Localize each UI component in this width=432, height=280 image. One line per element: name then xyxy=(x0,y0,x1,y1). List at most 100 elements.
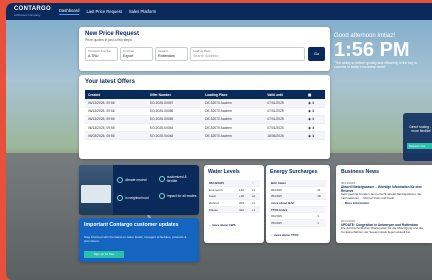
cell xyxy=(316,199,326,207)
table-row[interactable]: Emmerich 142 +3 xyxy=(208,186,260,194)
feature-label: in neighborhood xyxy=(125,196,149,200)
table-row[interactable]: Kaub +96 +2 xyxy=(208,193,260,201)
col-created[interactable]: Created xyxy=(85,90,147,99)
water-levels-card: Water Levels 06/13/2025 ◔ Emmerich 142 +3 K… xyxy=(204,165,264,243)
table-row[interactable]: 06/13/2025, 09:56 SO-2025-00056 DE-52070 A… xyxy=(85,107,325,116)
table-row[interactable]: more about BAF xyxy=(270,199,326,207)
cell: DE-52070 Aachen xyxy=(202,123,265,133)
features-banner: climate neutral customized & flexible in… xyxy=(79,165,199,215)
cell: 1 xyxy=(316,219,326,227)
leaf-icon xyxy=(117,177,123,183)
request-now-button[interactable]: Request now xyxy=(407,143,432,149)
offers-table: Created Offer Number Loading Place Valid… xyxy=(85,90,325,141)
clock-time: 1:56 PM xyxy=(334,39,410,61)
table-row[interactable]: 06/03/2025, 09:56 SO-2025-00048 DE-52070 A… xyxy=(85,131,325,141)
cell: 18 xyxy=(316,193,326,201)
latest-offers-card: Your latest Offers Created Offer Number … xyxy=(79,75,330,159)
sign-up-button[interactable]: Sign up for free xyxy=(84,251,124,258)
nav-dashboard[interactable]: Dashboard xyxy=(58,8,80,15)
news-title: Business News xyxy=(341,169,380,175)
cell: DE-52070 Aachen xyxy=(202,131,265,141)
logo[interactable]: CONTARGO a Rhenus Company xyxy=(14,6,51,18)
cell: +3 xyxy=(250,199,260,207)
logo-text: CONTARGO xyxy=(14,5,51,12)
offers-title: Your latest Offers xyxy=(85,79,135,85)
cell: 21 xyxy=(316,186,326,194)
more-about-lws-link[interactable]: → more about LWS xyxy=(208,223,236,227)
energy-title: Energy Surcharges xyxy=(270,169,318,175)
link-label: more about LWS xyxy=(211,223,236,227)
cell xyxy=(316,206,326,214)
cell: Kaub xyxy=(208,193,238,201)
cell: Ruhrort xyxy=(208,199,238,207)
price-request-card: New Price Request Price quotes in just a… xyxy=(79,27,330,71)
more-information-link[interactable]: → More information xyxy=(341,201,429,205)
col-valid-until[interactable]: Valid until xyxy=(264,90,305,99)
more-about-ttfe-link[interactable]: → more about TTFE xyxy=(270,233,299,237)
col-offer-number[interactable]: Offer Number xyxy=(146,90,203,99)
cell: 204 xyxy=(237,199,251,207)
terminal-select[interactable]: Terminal Export xyxy=(120,47,153,61)
cell: Emmerich xyxy=(208,186,238,194)
cell: SO-2025-00055 xyxy=(146,115,203,125)
table-row[interactable]: 06/13/2025, 09:56 SO-2025-00057 DE-52070 A… xyxy=(85,99,325,108)
cell: Maxau xyxy=(208,206,238,214)
more-about-baf-link[interactable]: more about BAF xyxy=(270,199,317,207)
go-button[interactable]: Go xyxy=(308,47,325,61)
cell: 06/2025 xyxy=(270,212,317,221)
nav-last-price-request[interactable]: Last Price Request xyxy=(86,9,121,14)
news-item[interactable]: 06/13/2025 Aktuell Niedrigwasser – Wicht… xyxy=(341,179,429,205)
view-download-icons[interactable]: ◉ ⬇ xyxy=(304,115,325,125)
leaf-icon xyxy=(159,193,165,199)
cell: 18/06/2025 xyxy=(264,131,305,141)
news-item[interactable]: 06/12/2025 UPDATE: Congestion in Antwerp… xyxy=(341,217,429,235)
field-label: Loading Place xyxy=(193,49,211,53)
transport-direction-select[interactable]: Transport direction A TRU xyxy=(85,47,118,61)
view-download-icons[interactable]: ◉ ⬇ xyxy=(304,107,325,116)
quote-text: "The ability to deliver quickly and effi… xyxy=(334,61,418,70)
table-row[interactable]: 06/13/2025, 09:55 SO-2025-00054 DE-52070 A… xyxy=(85,123,325,133)
view-download-icons[interactable]: ◉ ⬇ xyxy=(304,99,325,108)
offers-header-row: Created Offer Number Loading Place Valid… xyxy=(85,90,325,99)
feature-climate-neutral: climate neutral xyxy=(117,177,146,183)
col-loading-place[interactable]: Loading Place xyxy=(202,90,265,99)
seaport-select[interactable]: Seaport Rotterdam xyxy=(155,47,188,61)
promo-panel: Direct routing - more flexible! Request … xyxy=(403,113,432,161)
cell: 05/2025 xyxy=(270,193,317,201)
cell: 06/2025 xyxy=(270,186,317,194)
view-download-icons[interactable]: ◉ ⬇ xyxy=(304,131,325,141)
cell: +3 xyxy=(250,186,260,194)
updates-text: Stay informed with the latest on water l… xyxy=(84,235,187,243)
cell: SO-2025-00054 xyxy=(146,123,203,133)
logo-subtext: a Rhenus Company xyxy=(14,12,41,17)
cell: DE-52070 Aachen xyxy=(202,99,265,108)
field-value: Export xyxy=(123,54,134,58)
feature-label: climate neutral xyxy=(125,178,147,182)
table-row[interactable]: 06/13/2025, 09:55 SO-2025-00055 DE-52070 A… xyxy=(85,115,325,125)
cell: +2 xyxy=(250,193,260,201)
cell: SO-2025-00056 xyxy=(146,107,203,116)
energy-surcharges-card: Energy Surcharges BAF Index 06/2025 21 05… xyxy=(266,165,330,243)
cell: SO-2025-00048 xyxy=(146,131,203,141)
cell: 07/01/2025 xyxy=(264,99,305,108)
customer-updates-card: Important Contargo customer updates Stay… xyxy=(79,218,199,262)
table-row[interactable]: Ruhrort 204 +3 xyxy=(208,199,260,207)
cell: 06/13/2025, 09:56 xyxy=(85,107,147,116)
feature-impact: impact for all modes xyxy=(159,193,197,199)
cell: 06/13/2025, 09:55 xyxy=(85,123,147,133)
loading-place-input[interactable]: Loading Place Search Address xyxy=(190,47,305,61)
water-date: 06/13/2025 xyxy=(208,180,238,188)
promo-text: Direct routing - more flexible! xyxy=(409,125,431,133)
dashboard-frame: CONTARGO a Rhenus Company Dashboard Last … xyxy=(6,3,432,280)
energy-table: BAF Index 06/2025 21 05/2025 18 more about… xyxy=(270,180,326,227)
nav-sales-platform[interactable]: Sales Platform xyxy=(129,9,156,14)
view-download-icons[interactable]: ◉ ⬇ xyxy=(304,123,325,133)
business-news-card: Business News 06/13/2025 Aktuell Niedrig… xyxy=(336,165,432,243)
feature-label: customized & flexible xyxy=(166,175,187,183)
calendar-icon: ▦ xyxy=(304,90,325,99)
cell: TTFE Index xyxy=(270,206,317,214)
table-row[interactable]: Maxau 422 +1 xyxy=(208,206,260,214)
table-row: 06/2025 21 xyxy=(270,186,326,194)
link-label: more about TTFE xyxy=(273,233,299,237)
pin-icon xyxy=(117,195,123,201)
